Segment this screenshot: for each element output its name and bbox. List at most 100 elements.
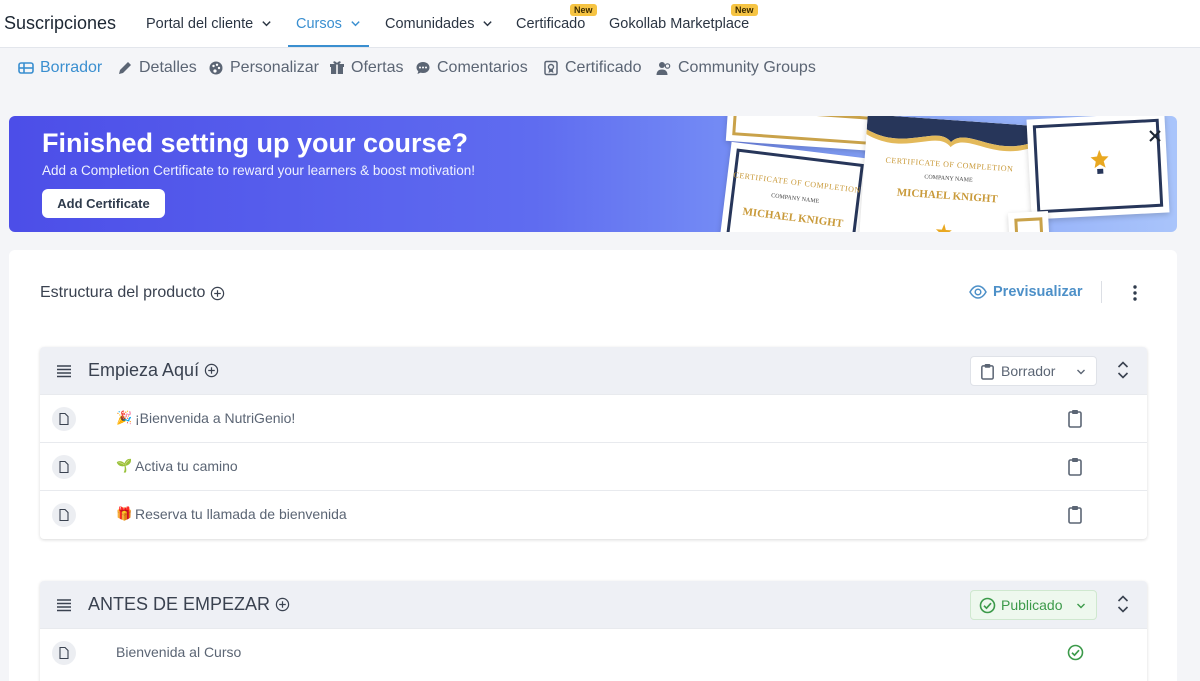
tab-label: Detalles [139,59,197,76]
lesson-row[interactable]: 🌱 Activa tu camino [40,442,1147,490]
clipboard-icon [1068,458,1082,476]
status-label: Publicado [1001,597,1063,613]
tab-label: Community Groups [678,59,816,76]
app-title: Suscripciones [4,13,117,33]
chevron-down-icon [351,21,360,27]
document-icon [52,503,76,527]
product-structure-card: Estructura del producto Previsualizar Em… [9,250,1177,681]
tab-label: Comentarios [437,59,528,76]
tab-personalizar[interactable]: Personalizar [208,57,319,79]
certificate-icon [544,60,558,76]
add-certificate-button[interactable]: Add Certificate [42,189,165,218]
certificate-preview-image [1007,210,1051,232]
new-badge: New [570,4,597,16]
chevron-down-icon [262,21,271,27]
tab-ofertas[interactable]: Ofertas [329,57,403,79]
section-empieza-aqui: Empieza Aquí Borrador 🎉 ¡Bienvenida a Nu… [40,347,1147,539]
document-icon [52,407,76,431]
drag-handle-icon[interactable] [56,598,72,612]
banner-title: Finished setting up your course? [42,128,469,158]
add-circle-icon[interactable] [210,286,225,301]
nav-item-label: Certificado [516,15,586,32]
add-circle-icon[interactable] [275,597,290,612]
preview-label: Previsualizar [993,284,1083,300]
nav-gokollab-marketplace[interactable]: Gokollab Marketplace [609,0,749,47]
pencil-icon [119,62,131,74]
certificate-preview-image: CERTIFICATE OF COMPLETION COMPANY NAME M… [719,141,871,232]
lesson-title: 🌱 Activa tu camino [116,458,238,474]
section-title-label: ANTES DE EMPEZAR [88,594,271,614]
chevron-down-icon [483,21,493,27]
more-options-icon[interactable] [1128,283,1142,303]
chevron-down-icon [1077,369,1085,375]
divider [1101,281,1102,303]
chat-icon [416,62,430,74]
table-icon [18,62,34,74]
tab-label: Certificado [565,59,642,76]
document-icon [52,455,76,479]
lesson-title: 🎉 ¡Bienvenida a NutriGenio! [116,410,295,426]
document-icon [52,641,76,665]
nav-item-label: Cursos [296,15,342,32]
structure-title: Estructura del producto [40,284,225,302]
lesson-title: 🎁 Reserva tu llamada de bienvenida [116,506,347,522]
add-circle-icon[interactable] [204,363,219,378]
clipboard-icon [1068,410,1082,428]
tab-label: Personalizar [230,59,319,76]
gift-icon [330,61,344,74]
expand-collapse-icon[interactable] [1116,359,1130,381]
lesson-title-label: ¡Bienvenida a NutriGenio! [135,410,296,426]
check-circle-icon [979,597,996,613]
palette-icon [209,61,223,75]
check-circle-icon [1067,644,1084,661]
cert-name: MICHAEL KNIGHT [896,186,999,206]
lesson-title-label: Bienvenida al Curso [116,644,242,660]
tab-borrador[interactable]: Borrador [18,57,102,79]
tab-comentarios[interactable]: Comentarios [415,57,528,79]
users-icon [656,62,671,75]
status-label: Borrador [1001,363,1056,379]
party-emoji: 🎉 [116,410,133,425]
lesson-title-label: Reserva tu llamada de bienvenida [135,506,347,522]
nav-cursos[interactable]: Cursos [288,0,369,47]
eye-icon [969,285,987,299]
tab-label: Ofertas [351,59,404,76]
tab-community-groups[interactable]: Community Groups [656,57,816,79]
trophy-icon [1090,149,1109,175]
nav-item-label: Comunidades [385,15,475,32]
section-header: ANTES DE EMPEZAR Publicado [40,581,1147,628]
lesson-title-label: Activa tu camino [135,458,238,474]
drag-handle-icon[interactable] [56,364,72,378]
section-status-select[interactable]: Publicado [970,590,1097,620]
seedling-emoji: 🌱 [116,458,133,473]
preview-button[interactable]: Previsualizar [969,283,1082,301]
lesson-row[interactable]: 🎉 ¡Bienvenida a NutriGenio! [40,394,1147,442]
section-header: Empieza Aquí Borrador [40,347,1147,394]
structure-title-label: Estructura del producto [40,284,206,301]
nav-portal-del-cliente[interactable]: Portal del cliente [146,0,272,47]
clipboard-icon [981,363,994,380]
tab-certificado[interactable]: Certificado [543,57,641,79]
nav-item-label: Gokollab Marketplace [609,15,750,32]
new-badge: New [731,4,758,16]
course-subtabs: Borrador Detalles Personalizar Ofertas C… [0,48,1200,88]
section-status-select[interactable]: Borrador [970,356,1097,386]
lesson-row[interactable]: Bienvenida al Curso [40,628,1147,676]
certificate-promo-banner: Finished setting up your course? Add a C… [9,116,1177,232]
top-navigation: Suscripciones Portal del cliente Cursos … [0,0,1200,48]
expand-collapse-icon[interactable] [1116,593,1130,615]
section-title: ANTES DE EMPEZAR [88,594,290,615]
clipboard-icon [1068,506,1082,524]
chevron-down-icon [1077,603,1085,609]
section-antes-de-empezar: ANTES DE EMPEZAR Publicado Bienvenida al… [40,581,1147,681]
nav-comunidades[interactable]: Comunidades [385,0,493,47]
lesson-row[interactable]: 🎁 Reserva tu llamada de bienvenida [40,490,1147,538]
tab-detalles[interactable]: Detalles [117,57,197,79]
tab-label: Borrador [40,59,103,76]
lesson-title: Bienvenida al Curso [116,644,241,660]
section-title: Empieza Aquí [88,360,219,381]
section-title-label: Empieza Aquí [88,360,200,380]
close-icon[interactable] [1145,126,1165,146]
banner-subtitle: Add a Completion Certificate to reward y… [42,163,475,178]
gift-emoji: 🎁 [116,506,133,521]
